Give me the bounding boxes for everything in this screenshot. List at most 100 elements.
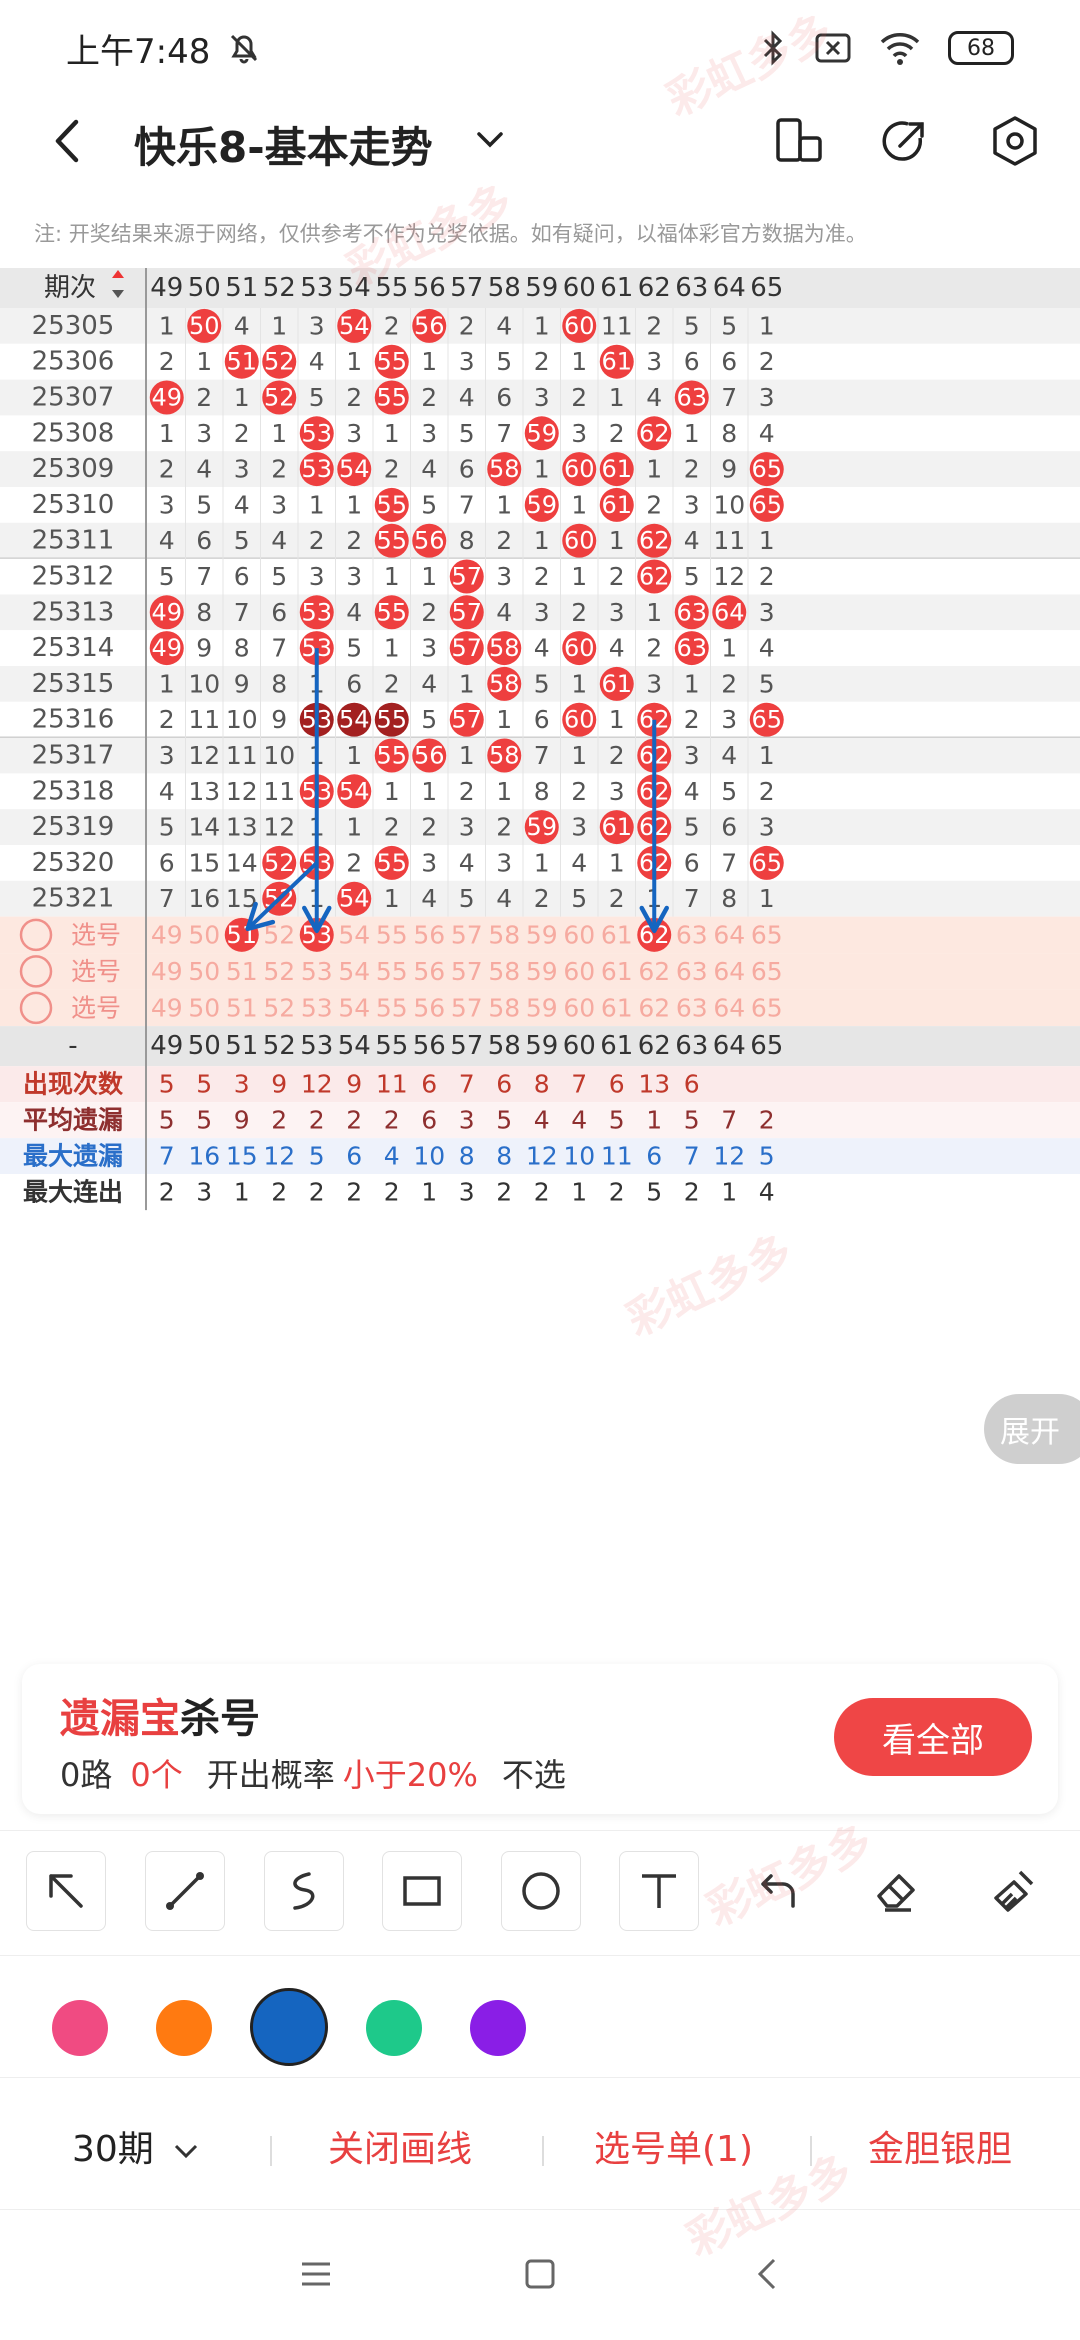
stats-value: 4	[534, 1106, 550, 1135]
drawn-number: 63	[676, 598, 707, 626]
miss-count: 5	[309, 383, 325, 412]
stats-value: 2	[271, 1178, 287, 1207]
arrow-tool[interactable]	[26, 1851, 106, 1931]
layout-toggle-icon[interactable]	[772, 114, 826, 168]
miss-count: 2	[759, 777, 775, 806]
miss-count: 11	[713, 526, 745, 555]
drawn-number: 56	[414, 527, 445, 555]
miss-count: 1	[759, 884, 775, 913]
stats-value: 3	[459, 1178, 475, 1207]
drawn-number: 57	[451, 563, 482, 591]
drawn-number: 60	[564, 312, 595, 340]
column-header: 58	[488, 273, 521, 303]
menu-icon[interactable]	[296, 2254, 336, 2294]
miss-count: 1	[271, 311, 287, 340]
page-title[interactable]: 快乐8-基本走势	[134, 114, 433, 175]
rectangle-tool[interactable]	[382, 1851, 462, 1931]
stats-value: 7	[159, 1142, 175, 1171]
drawn-number: 62	[639, 563, 670, 591]
view-all-button[interactable]: 看全部	[834, 1698, 1032, 1776]
drawn-number: 65	[751, 491, 782, 519]
footer-column-label: 59	[525, 1031, 558, 1061]
gold-silver-button[interactable]: 金胆银胆	[868, 2120, 1012, 2172]
miss-count: 3	[759, 383, 775, 412]
settings-icon[interactable]	[988, 114, 1042, 168]
miss-count: 15	[188, 848, 220, 877]
miss-count: 1	[459, 669, 475, 698]
miss-count: 4	[571, 848, 587, 877]
miss-count: 2	[421, 813, 437, 842]
drawn-number: 49	[151, 634, 182, 662]
status-time: 上午7:48	[66, 31, 211, 72]
stats-value: 1	[571, 1178, 587, 1207]
miss-count: 2	[159, 705, 175, 734]
miss-count: 1	[346, 490, 362, 519]
color-swatch-orange[interactable]	[156, 2000, 212, 2056]
stats-value: 5	[196, 1106, 212, 1135]
stats-value: 4	[759, 1178, 775, 1207]
pick-option: 50	[188, 920, 220, 949]
miss-count: 5	[534, 669, 550, 698]
chevron-down-small-icon	[175, 2144, 198, 2159]
pick-option: 64	[713, 920, 745, 949]
kill-number-card: 遗漏宝杀号 0路 0个 开出概率 小于20% 不选 看全部	[22, 1664, 1058, 1814]
period-cell: 25315	[32, 669, 115, 699]
stats-value: 6	[609, 1070, 625, 1099]
miss-count: 14	[226, 848, 258, 877]
pick-option: 49	[151, 957, 183, 986]
pick-option: 65	[751, 920, 783, 949]
color-swatch-purple[interactable]	[470, 2000, 526, 2056]
period-cell: 25308	[32, 418, 115, 448]
miss-count: 1	[159, 419, 175, 448]
expand-button[interactable]: 展开	[984, 1394, 1080, 1464]
circle-tool[interactable]	[501, 1851, 581, 1931]
nav-back-icon[interactable]	[748, 2254, 788, 2294]
stats-value: 2	[759, 1106, 775, 1135]
miss-count: 8	[196, 598, 212, 627]
color-swatch-blue-selected[interactable]	[250, 1988, 328, 2066]
miss-count: 6	[159, 848, 175, 877]
stats-value: 5	[684, 1106, 700, 1135]
miss-count: 11	[226, 741, 258, 770]
miss-count: 1	[421, 777, 437, 806]
close-drawing-button[interactable]: 关闭画线	[328, 2120, 472, 2172]
miss-count: 10	[263, 741, 295, 770]
period-cell: 25310	[32, 490, 115, 520]
text-tool[interactable]	[619, 1851, 699, 1931]
share-icon[interactable]	[878, 114, 932, 168]
drawn-number: 54	[339, 706, 370, 734]
miss-count: 4	[684, 526, 700, 555]
column-header: 65	[750, 273, 783, 303]
stats-value: 5	[159, 1070, 175, 1099]
drawn-number: 59	[526, 491, 557, 519]
chevron-down-icon[interactable]	[472, 122, 508, 158]
curve-tool[interactable]	[264, 1851, 344, 1931]
bluetooth-icon	[763, 30, 783, 66]
color-swatch-pink[interactable]	[52, 2000, 108, 2056]
rectangle-tool-icon	[403, 1876, 441, 1906]
miss-count: 3	[196, 419, 212, 448]
back-arrow-icon[interactable]	[44, 116, 94, 166]
pick-option: 53	[301, 993, 333, 1022]
drawn-number: 59	[526, 419, 557, 447]
home-icon[interactable]	[520, 2254, 560, 2294]
pick-option: 49	[151, 920, 183, 949]
line-tool[interactable]	[145, 1851, 225, 1931]
drawn-number: 51	[226, 348, 257, 376]
pick-list-button[interactable]: 选号单(1)	[594, 2120, 753, 2172]
miss-count: 2	[421, 598, 437, 627]
eraser-button[interactable]	[856, 1851, 936, 1931]
color-swatch-green[interactable]	[366, 2000, 422, 2056]
undo-button[interactable]	[738, 1851, 818, 1931]
stats-value: 2	[346, 1106, 362, 1135]
pick-option: 55	[376, 920, 408, 949]
clear-all-button[interactable]	[975, 1851, 1055, 1931]
miss-count: 4	[196, 455, 212, 484]
stats-label: 最大遗漏	[23, 1142, 123, 1171]
trend-grid[interactable]: 期次 49 50 51 52 53 54 55 56 57 58 59 60 61 62 63 64 652530…	[0, 268, 1080, 1638]
drawn-number: 57	[451, 598, 482, 626]
period-selector[interactable]: 30期	[72, 2120, 201, 2172]
footer-column-label: 61	[600, 1031, 633, 1061]
stats-value: 9	[271, 1070, 287, 1099]
stats-value: 3	[196, 1178, 212, 1207]
